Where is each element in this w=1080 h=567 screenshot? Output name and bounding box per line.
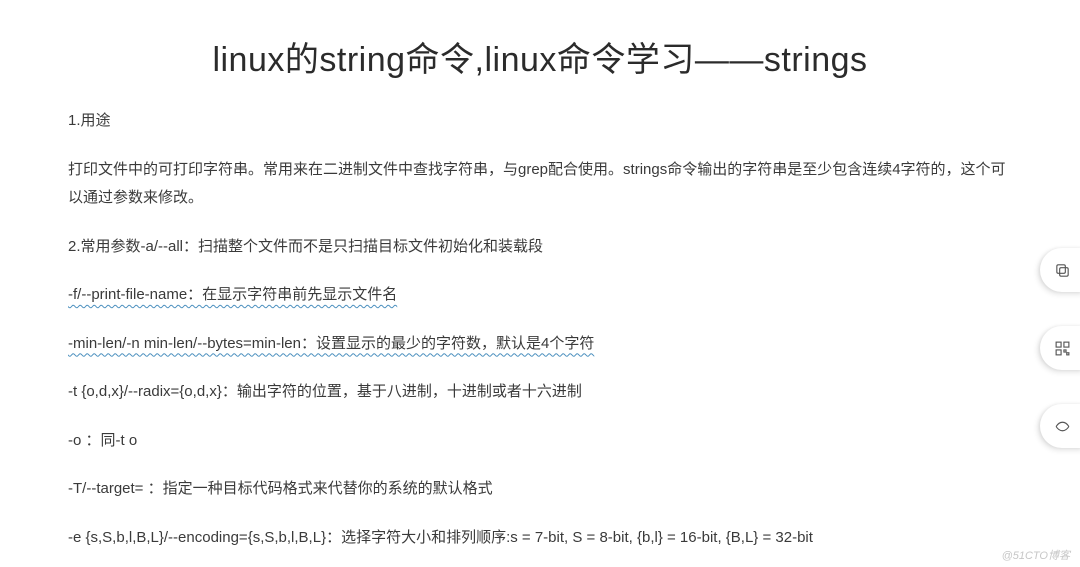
qr-button[interactable] <box>1040 326 1080 370</box>
param-target: -T/--target= ：指定一种目标代码格式来代替你的系统的默认格式 <box>68 475 1012 504</box>
param-print-file-name: -f/--print-file-name：在显示字符串前先显示文件名 <box>68 281 1012 310</box>
article-body: linux的string命令,linux命令学习——strings 1.用途 打… <box>0 0 1080 567</box>
param-min-len-text: -min-len/-n min-len/--bytes=min-len：设置显示… <box>68 335 594 352</box>
param-print-file-name-text: -f/--print-file-name：在显示字符串前先显示文件名 <box>68 286 397 303</box>
param-min-len: -min-len/-n min-len/--bytes=min-len：设置显示… <box>68 330 1012 359</box>
section-body-usage: 打印文件中的可打印字符串。常用来在二进制文件中查找字符串，与grep配合使用。s… <box>68 156 1012 213</box>
share-icon <box>1054 418 1071 435</box>
watermark-text: @51CTO博客 <box>1002 547 1070 563</box>
param-radix: -t {o,d,x}/--radix={o,d,x}：输出字符的位置，基于八进制… <box>68 378 1012 407</box>
param-o: -o ：同-t o <box>68 427 1012 456</box>
copy-button[interactable] <box>1040 248 1080 292</box>
qr-icon <box>1054 340 1071 357</box>
param-encoding: -e {s,S,b,l,B,L}/--encoding={s,S,b,l,B,L… <box>68 524 1012 553</box>
article-title: linux的string命令,linux命令学习——strings <box>68 32 1012 81</box>
section-heading-usage: 1.用途 <box>68 107 1012 136</box>
floating-toolbar <box>1040 248 1080 448</box>
param-all: 2.常用参数-a/--all：扫描整个文件而不是只扫描目标文件初始化和装载段 <box>68 233 1012 262</box>
copy-icon <box>1054 262 1071 279</box>
share-button[interactable] <box>1040 404 1080 448</box>
